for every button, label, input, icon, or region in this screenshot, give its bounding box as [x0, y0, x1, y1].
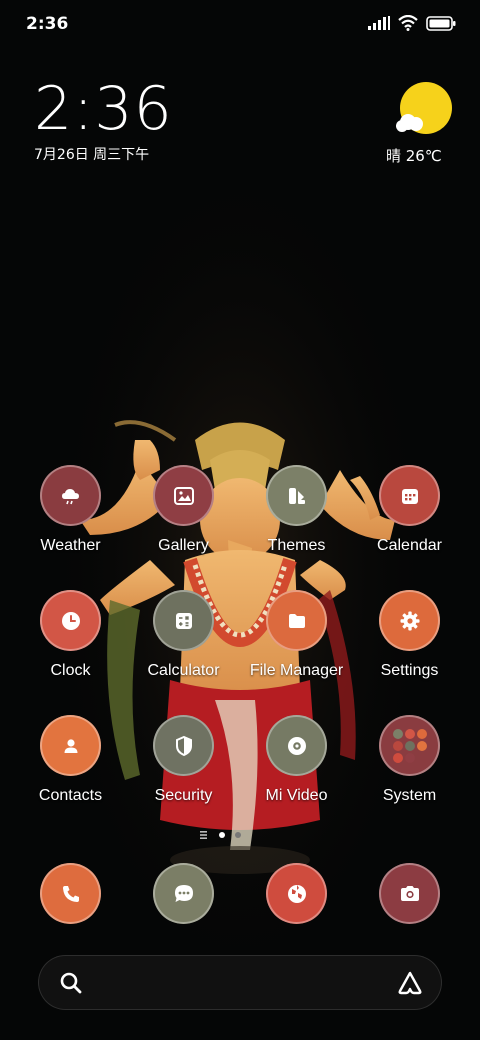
phone-icon [62, 885, 79, 902]
status-icons [368, 15, 456, 31]
app-system-folder[interactable]: System [353, 715, 466, 815]
app-label: Calendar [377, 537, 442, 554]
app-label: Contacts [38, 787, 103, 804]
dock-browser[interactable] [266, 863, 327, 924]
widget-time: 2:36 [34, 74, 173, 144]
app-calendar[interactable]: Calendar [353, 465, 466, 565]
shield-icon [153, 715, 214, 776]
dock-messages[interactable] [153, 863, 214, 924]
app-label: Clock [50, 662, 91, 679]
search-bar[interactable] [38, 955, 442, 1010]
folder-grid-icon [379, 715, 440, 776]
app-calculator[interactable]: Calculator [127, 590, 240, 690]
battery-icon [426, 15, 456, 31]
calculator-icon [153, 590, 214, 651]
app-label: System [382, 787, 437, 804]
app-clock[interactable]: Clock [14, 590, 127, 690]
page-dot [235, 832, 241, 838]
signal-icon [368, 16, 390, 30]
app-weather[interactable]: Weather [14, 465, 127, 565]
message-icon [174, 884, 193, 902]
app-label: Themes [267, 537, 326, 554]
sunny-icon [396, 82, 452, 134]
app-label: Weather [40, 537, 101, 554]
app-label: Gallery [158, 537, 209, 554]
app-label: File Manager [249, 662, 344, 679]
dock-camera[interactable] [379, 863, 440, 924]
weather-app-icon [40, 465, 101, 526]
weather-text: 晴 26℃ [386, 147, 442, 165]
browser-icon [287, 884, 306, 903]
weather-widget[interactable]: 晴 26℃ [380, 80, 456, 170]
themes-icon [266, 465, 327, 526]
clock-icon [40, 590, 101, 651]
app-security[interactable]: Security [127, 715, 240, 815]
assistant-icon[interactable] [396, 970, 424, 996]
app-file-manager[interactable]: File Manager [240, 590, 353, 690]
status-bar: 2:36 [0, 0, 480, 50]
clock-widget[interactable]: 2:36 7月26日 周三下午 [34, 76, 173, 164]
dock-phone[interactable] [40, 863, 101, 924]
app-label: Security [154, 787, 213, 804]
camera-icon [400, 885, 419, 901]
search-icon[interactable] [58, 970, 84, 996]
folder-icon [266, 590, 327, 651]
app-gallery[interactable]: Gallery [127, 465, 240, 565]
app-label: Settings [380, 662, 439, 679]
wifi-icon [398, 15, 418, 31]
gear-icon [379, 590, 440, 651]
app-contacts[interactable]: Contacts [14, 715, 127, 815]
image-icon [153, 465, 214, 526]
widget-date: 7月26日 周三下午 [34, 147, 150, 163]
app-label: Mi Video [265, 787, 328, 804]
video-icon [266, 715, 327, 776]
page-indicator[interactable] [196, 829, 286, 841]
calendar-icon [379, 465, 440, 526]
status-time: 2:36 [26, 14, 69, 34]
list-page-icon [200, 831, 207, 839]
app-settings[interactable]: Settings [353, 590, 466, 690]
page-dot-active [219, 832, 225, 838]
person-icon [40, 715, 101, 776]
app-mi-video[interactable]: Mi Video [240, 715, 353, 815]
app-label: Calculator [147, 662, 220, 679]
app-themes[interactable]: Themes [240, 465, 353, 565]
